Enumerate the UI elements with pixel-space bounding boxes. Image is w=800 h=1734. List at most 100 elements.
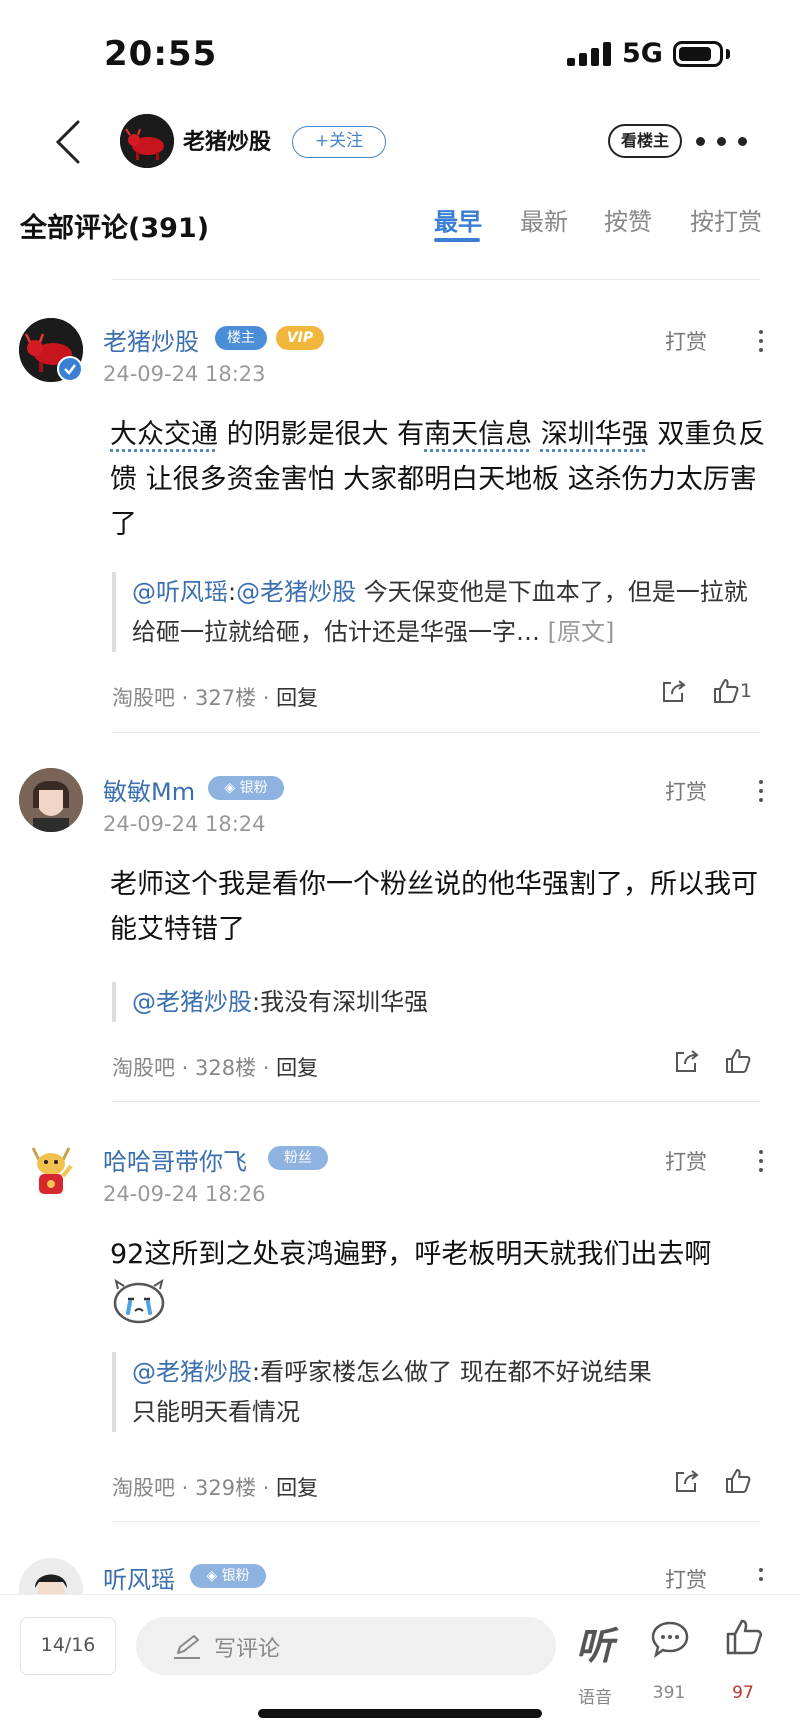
quote-mention[interactable]: @听风瑶 <box>132 578 228 606</box>
commenter-name[interactable]: 老猪炒股 <box>103 322 199 357</box>
total-like-count: 97 <box>732 1683 754 1703</box>
comment-bubble-icon[interactable] <box>650 1619 690 1659</box>
comment-time: 24-09-24 18:23 <box>103 362 266 386</box>
commenter-name[interactable]: 敏敏Mm <box>103 772 195 807</box>
share-icon[interactable] <box>660 678 688 704</box>
reply-button[interactable]: 回复 <box>276 686 318 710</box>
listen-icon[interactable]: 听 <box>576 1615 614 1670</box>
avatar[interactable] <box>19 768 83 832</box>
quote-mention[interactable]: @老猪炒股 <box>132 1358 252 1386</box>
quoted-reply[interactable]: @老猪炒股:我没有深圳华强 <box>112 982 762 1022</box>
fan-level-badge: ◈ 银粉 <box>190 1564 266 1588</box>
reply-button[interactable]: 回复 <box>276 1476 318 1500</box>
source-label: 淘股吧 <box>112 1056 175 1080</box>
author-name[interactable]: 老猪炒股 <box>183 124 271 156</box>
quote-text: :看呼家楼怎么做了 现在都不好说结果 <box>252 1358 652 1386</box>
comment-more-icon[interactable] <box>756 1148 766 1174</box>
follow-button[interactable]: +关注 <box>292 126 386 158</box>
tip-button[interactable]: 打赏 <box>665 1146 707 1176</box>
comment-more-icon[interactable] <box>756 778 766 804</box>
quoted-reply[interactable]: @老猪炒股:看呼家楼怎么做了 现在都不好说结果 只能明天看情况 <box>112 1352 762 1432</box>
divider <box>112 1101 760 1102</box>
stock-link[interactable]: 南天信息 <box>424 419 532 450</box>
comment-body: 92这所到之处哀鸿遍野，呼老板明天就我们出去啊 <box>110 1232 775 1325</box>
bottom-bar: 14/16 写评论 听 语音 391 97 <box>0 1594 800 1734</box>
cartoon-ox-icon <box>31 1147 73 1194</box>
more-options-icon[interactable] <box>694 128 750 154</box>
comment-meta: 淘股吧 · 327楼 · 回复 <box>112 686 319 710</box>
tab-earliest[interactable]: 最早 <box>434 202 482 237</box>
fan-level-badge: 粉丝 <box>268 1146 328 1170</box>
network-label: 5G <box>622 38 663 69</box>
pen-icon <box>174 1635 200 1659</box>
divider <box>112 1521 760 1522</box>
comment-text: 的阴影是很大 有 <box>218 419 425 450</box>
divider <box>112 279 760 280</box>
comment-body: 老师这个我是看你一个粉丝说的他华强割了，所以我可能艾特错了 <box>110 869 758 945</box>
comment-more-icon[interactable] <box>756 1566 766 1586</box>
floor-label: 329楼 <box>195 1476 257 1500</box>
chevron-left-icon <box>55 120 80 164</box>
commenter-name[interactable]: 听风瑶 <box>103 1560 175 1595</box>
share-icon[interactable] <box>673 1468 701 1494</box>
crying-emoji-icon <box>113 1278 165 1324</box>
like-icon[interactable] <box>724 1617 764 1657</box>
source-label: 淘股吧 <box>112 1476 175 1500</box>
back-button[interactable] <box>50 118 90 166</box>
stock-link[interactable]: 大众交通 <box>110 419 218 450</box>
stock-link[interactable]: 深圳华强 <box>541 419 649 450</box>
share-icon[interactable] <box>673 1048 701 1074</box>
listen-label: 语音 <box>578 1688 612 1708</box>
comment-time: 24-09-24 18:26 <box>103 1182 266 1206</box>
author-avatar[interactable] <box>120 114 174 168</box>
fan-level-label: 银粉 <box>239 780 268 796</box>
like-icon[interactable] <box>712 677 740 705</box>
battery-cap <box>726 49 730 59</box>
status-time: 20:55 <box>104 34 218 74</box>
home-indicator <box>258 1709 542 1718</box>
commenter-name[interactable]: 哈哈哥带你飞 <box>103 1142 247 1177</box>
comments-title: 全部评论(391) <box>20 213 210 244</box>
comment-placeholder: 写评论 <box>214 1637 281 1662</box>
active-tab-indicator <box>434 238 480 242</box>
bull-logo-icon <box>120 114 174 168</box>
comment-meta: 淘股吧 · 328楼 · 回复 <box>112 1056 319 1080</box>
like-count: 1 <box>740 680 753 702</box>
avatar[interactable] <box>19 1138 83 1202</box>
thread-header: 老猪炒股 +关注 看楼主 <box>0 100 800 182</box>
comment-body: 大众交通 的阴影是很大 有南天信息 深圳华强 双重负反馈 让很多资金害怕 大家都… <box>110 412 775 547</box>
comment-time: 24-09-24 18:24 <box>103 812 266 836</box>
view-original-link[interactable]: [原文] <box>540 618 615 646</box>
like-icon[interactable] <box>724 1467 752 1495</box>
quote-mention[interactable]: @老猪炒股 <box>132 988 252 1016</box>
op-badge: 楼主 <box>215 326 267 350</box>
tip-button[interactable]: 打赏 <box>665 776 707 806</box>
tip-button[interactable]: 打赏 <box>665 1564 707 1594</box>
tab-latest[interactable]: 最新 <box>520 202 568 237</box>
battery-icon <box>673 41 723 67</box>
comment-more-icon[interactable] <box>756 328 766 354</box>
tab-by-tips[interactable]: 按打赏 <box>690 202 762 237</box>
page-indicator[interactable]: 14/16 <box>20 1617 116 1675</box>
quote-separator: : <box>228 578 237 606</box>
source-label: 淘股吧 <box>112 686 175 710</box>
comment-count: 391 <box>652 1683 686 1703</box>
fan-level-badge: ◈ 银粉 <box>208 776 284 800</box>
quoted-reply[interactable]: @听风瑶:@老猪炒股 今天保变他是下血本了，但是一拉就给砸一拉就给砸，估计还是华… <box>112 572 762 652</box>
reply-button[interactable]: 回复 <box>276 1056 318 1080</box>
like-icon[interactable] <box>724 1047 752 1075</box>
signal-icon <box>567 42 611 66</box>
view-op-only-button[interactable]: 看楼主 <box>608 124 682 158</box>
verified-icon <box>57 356 83 382</box>
user-photo-icon <box>19 768 83 832</box>
comment-meta: 淘股吧 · 329楼 · 回复 <box>112 1476 319 1500</box>
status-bar: 20:55 5G <box>0 0 800 100</box>
tip-button[interactable]: 打赏 <box>665 326 707 356</box>
diamond-icon: ◈ <box>206 1568 222 1584</box>
comment-input[interactable]: 写评论 <box>136 1617 556 1675</box>
vip-badge: VIP <box>276 326 324 350</box>
tab-by-likes[interactable]: 按赞 <box>604 202 652 237</box>
quote-text: :我没有深圳华强 <box>252 988 429 1016</box>
quote-mention[interactable]: @老猪炒股 <box>236 578 356 606</box>
diamond-icon: ◈ <box>224 780 240 796</box>
